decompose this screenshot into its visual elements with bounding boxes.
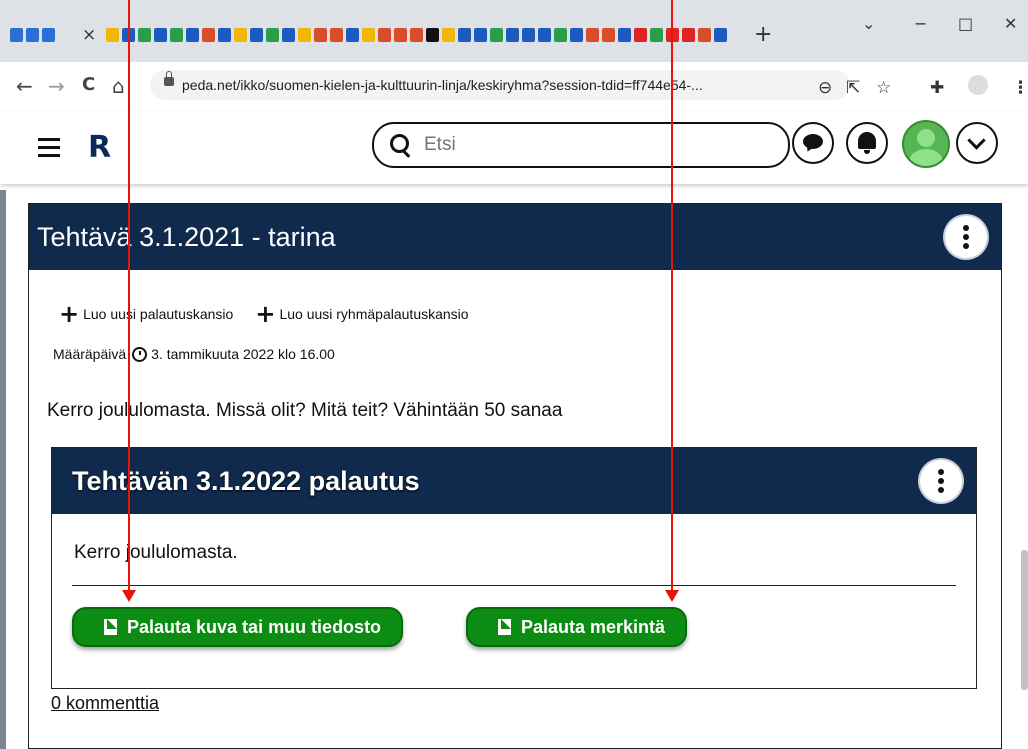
chat-bubble-icon bbox=[803, 134, 823, 149]
zoom-icon[interactable]: ⊖ bbox=[818, 78, 832, 98]
comments-link[interactable]: 0 kommenttia bbox=[51, 693, 159, 714]
file-image-icon bbox=[104, 619, 117, 635]
submission-header: Tehtävän 3.1.2022 palautus bbox=[52, 448, 976, 514]
deadline-label: Määräpäivä bbox=[53, 346, 127, 362]
favicon-icon[interactable] bbox=[10, 28, 23, 42]
extensions-icon[interactable]: ✚ bbox=[930, 78, 944, 98]
submission-title: Tehtävän 3.1.2022 palautus bbox=[72, 466, 420, 496]
forward-button[interactable]: → bbox=[48, 74, 65, 98]
annotation-arrowhead-left bbox=[122, 590, 136, 602]
tab-favicons bbox=[10, 28, 55, 42]
annotation-arrowhead-right bbox=[665, 590, 679, 602]
reload-button[interactable]: C bbox=[82, 74, 95, 95]
search-icon[interactable] bbox=[390, 134, 409, 153]
url-text[interactable]: peda.net/ikko/suomen-kielen-ja-kulttuuri… bbox=[182, 77, 703, 93]
new-tab-button[interactable]: + bbox=[754, 22, 772, 47]
tab-close-icon[interactable]: × bbox=[82, 25, 96, 45]
user-menu-button[interactable] bbox=[956, 122, 998, 164]
plus-icon[interactable]: + bbox=[255, 302, 275, 326]
upload-file-button[interactable]: Palauta kuva tai muu tiedosto bbox=[72, 607, 404, 647]
pinned-tab-favicons bbox=[106, 28, 727, 42]
back-button[interactable]: ← bbox=[16, 74, 33, 98]
task-description: Kerro joululomasta. Missä olit? Mitä tei… bbox=[47, 400, 563, 421]
maximize-button[interactable]: □ bbox=[958, 14, 973, 33]
submission-instructions: Kerro joululomasta. bbox=[74, 542, 238, 563]
notifications-button[interactable] bbox=[846, 122, 888, 164]
close-window-button[interactable]: ✕ bbox=[1004, 14, 1017, 33]
annotation-arrow-right bbox=[671, 0, 673, 592]
deadline-value: 3. tammikuuta 2022 klo 16.00 bbox=[151, 346, 335, 362]
star-icon[interactable]: ☆ bbox=[876, 78, 891, 98]
browser-toolbar: ← → C ⌂ peda.net/ikko/suomen-kielen-ja-k… bbox=[0, 62, 1028, 113]
browser-tab-strip: × + ⌄ − □ ✕ bbox=[0, 0, 1028, 62]
clock-icon bbox=[132, 346, 148, 362]
tab-search-icon[interactable]: ⌄ bbox=[862, 14, 875, 33]
site-header: R bbox=[0, 112, 1028, 184]
address-bar[interactable]: peda.net/ikko/suomen-kielen-ja-kulttuuri… bbox=[150, 70, 850, 100]
avatar[interactable] bbox=[902, 120, 950, 168]
task-actions: + Luo uusi palautuskansio + Luo uusi ryh… bbox=[59, 302, 469, 326]
hamburger-menu-icon[interactable] bbox=[38, 138, 60, 162]
document-icon bbox=[498, 619, 511, 635]
submission-card: Tehtävän 3.1.2022 palautus Kerro joululo… bbox=[51, 447, 977, 689]
share-icon[interactable]: ⇱ bbox=[846, 78, 860, 98]
task-header: Tehtävä 3.1.2021 - tarina bbox=[29, 204, 1001, 270]
search-box[interactable] bbox=[372, 122, 790, 168]
plus-icon[interactable]: + bbox=[59, 302, 79, 326]
upload-file-label: Palauta kuva tai muu tiedosto bbox=[127, 616, 382, 637]
minimize-button[interactable]: − bbox=[914, 14, 927, 33]
deadline: Määräpäivä 3. tammikuuta 2022 klo 16.00 bbox=[53, 346, 335, 362]
new-group-folder-link[interactable]: Luo uusi ryhmäpalautuskansio bbox=[279, 306, 468, 322]
bell-icon bbox=[858, 132, 876, 154]
favicon-icon[interactable] bbox=[42, 28, 55, 42]
home-button[interactable]: ⌂ bbox=[112, 74, 125, 98]
task-title: Tehtävä 3.1.2021 - tarina bbox=[37, 222, 336, 252]
chevron-down-icon bbox=[967, 131, 986, 150]
annotation-arrow-left bbox=[128, 0, 130, 592]
lock-icon bbox=[164, 71, 174, 86]
sidebar-edge bbox=[0, 190, 6, 749]
favicon-icon[interactable] bbox=[26, 28, 39, 42]
divider bbox=[72, 585, 956, 586]
task-card: Tehtävä 3.1.2021 - tarina + Luo uusi pal… bbox=[28, 203, 1002, 749]
profile-icon[interactable] bbox=[968, 75, 988, 95]
menu-icon[interactable]: ⋮ bbox=[1012, 78, 1028, 98]
search-input[interactable] bbox=[422, 131, 756, 159]
submission-options-button[interactable] bbox=[920, 460, 962, 502]
peda-logo[interactable]: R bbox=[88, 130, 111, 165]
messages-button[interactable] bbox=[792, 122, 834, 164]
new-return-folder-link[interactable]: Luo uusi palautuskansio bbox=[83, 306, 233, 322]
submit-entry-button[interactable]: Palauta merkintä bbox=[466, 607, 688, 647]
task-options-button[interactable] bbox=[945, 216, 987, 258]
scrollbar[interactable] bbox=[1021, 550, 1028, 690]
submit-entry-label: Palauta merkintä bbox=[521, 616, 666, 637]
